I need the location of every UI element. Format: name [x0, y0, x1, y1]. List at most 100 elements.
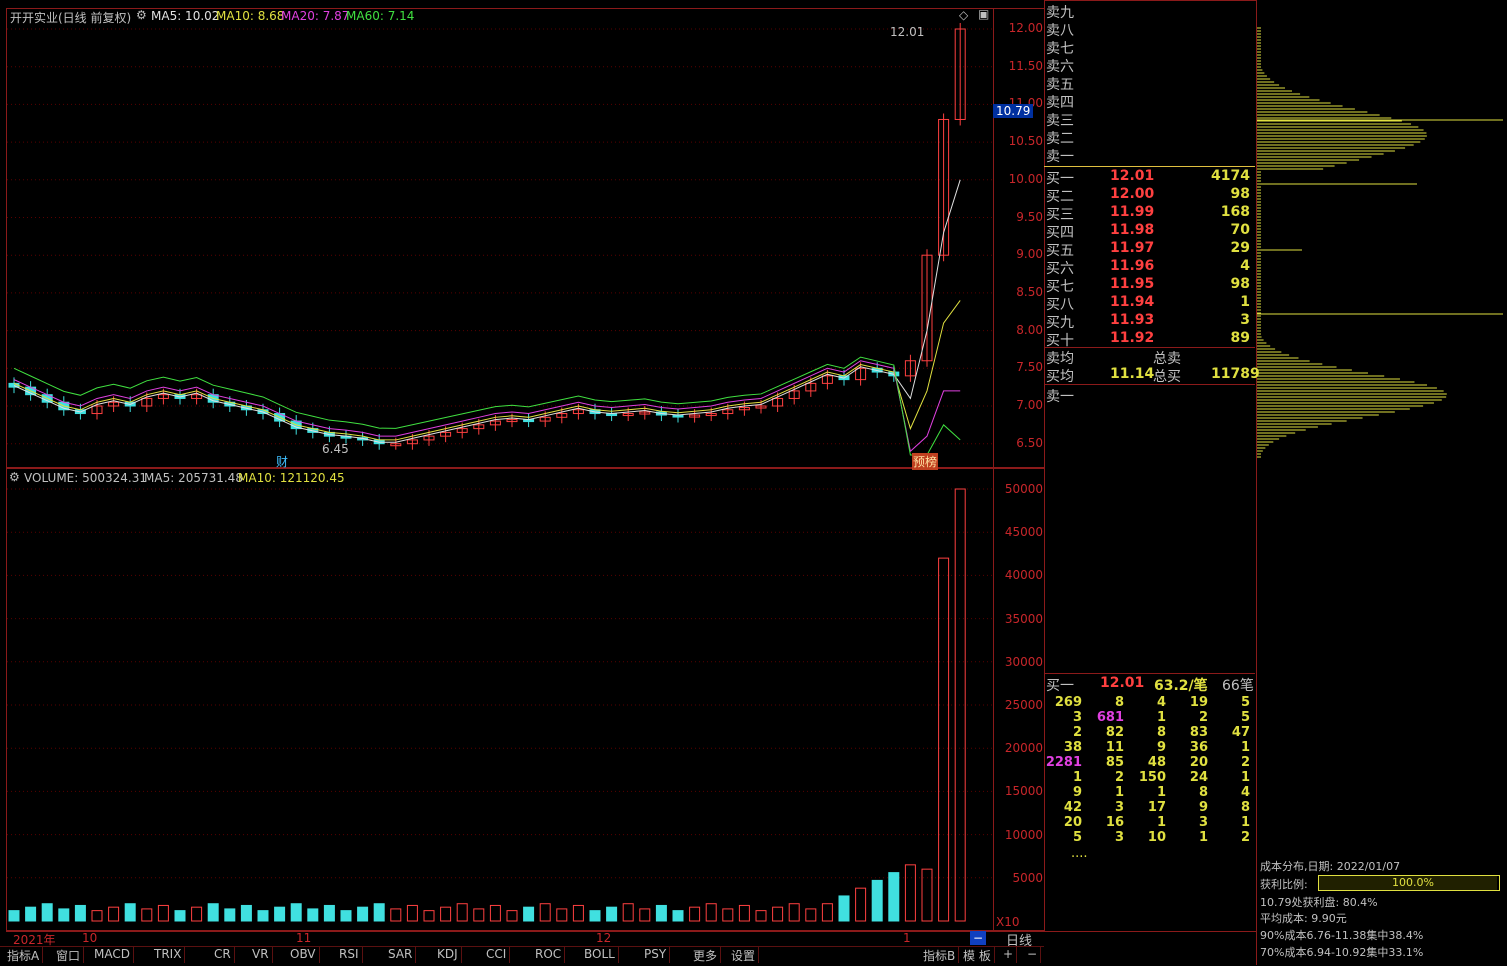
buy-row[interactable]: 买六 11.96 4 — [1046, 258, 1254, 277]
time-dec: 12 — [596, 931, 612, 945]
tab-11[interactable]: ROC — [532, 947, 566, 963]
buy-row-volume: 168 — [1220, 204, 1250, 220]
tab-13[interactable]: PSY — [641, 947, 671, 963]
buy-row[interactable]: 买八 11.94 1 — [1046, 294, 1254, 313]
volume-bar — [274, 906, 286, 922]
buy-row[interactable]: 买十 11.92 89 — [1046, 330, 1254, 349]
tab-14[interactable]: 更多 — [690, 947, 722, 963]
tick-cell: 10 — [1147, 830, 1166, 845]
ticks-more[interactable]: .... — [1071, 846, 1088, 861]
tab-indicator-b[interactable]: 指标B — [920, 947, 960, 963]
tab-7[interactable]: RSI — [336, 947, 363, 963]
volume-bar — [25, 906, 37, 922]
tab-1[interactable]: 窗口 — [53, 947, 85, 963]
buy-row[interactable]: 买一 12.01 4174 — [1046, 168, 1254, 187]
buy-row-price: 11.96 — [1110, 258, 1155, 274]
tick-cell: 8 — [1240, 800, 1250, 815]
tick-cell: 2 — [1114, 770, 1124, 785]
volume-bar — [423, 910, 435, 922]
tick-row: 5 3 10 1 2 — [1046, 830, 1254, 845]
volume-bar — [705, 903, 717, 922]
buy-row-label: 买八 — [1046, 297, 1074, 313]
buy-row[interactable]: 买九 11.93 3 — [1046, 312, 1254, 331]
preview-marker[interactable]: 预榜 — [912, 453, 939, 470]
buy-row[interactable]: 买五 11.97 29 — [1046, 240, 1254, 259]
tab-12[interactable]: BOLL — [581, 947, 619, 963]
buy-row-label: 买七 — [1046, 279, 1074, 295]
sell-row[interactable]: 卖一 — [1046, 146, 1254, 165]
volume-unit: X10 — [996, 915, 1020, 929]
tick-cell: 16 — [1105, 815, 1124, 830]
buy-row[interactable]: 买三 11.99 168 — [1046, 204, 1254, 223]
tick-cell: 2 — [1198, 710, 1208, 725]
tick-cell: 4 — [1240, 785, 1250, 800]
volume-bar — [755, 910, 767, 922]
volume-bar — [357, 906, 369, 922]
volume-axis-label: 5000 — [1012, 870, 1043, 885]
tab-15[interactable]: 设置 — [728, 947, 760, 963]
buy-row[interactable]: 买七 11.95 98 — [1046, 276, 1254, 295]
tab-0[interactable]: 指标A — [4, 947, 44, 963]
buy-row-label: 买四 — [1046, 225, 1074, 241]
sell-row[interactable]: 卖五 — [1046, 74, 1254, 93]
sell-row[interactable]: 卖二 — [1046, 128, 1254, 147]
time-axis — [6, 930, 1044, 947]
tick-row: 3 681 1 2 5 — [1046, 710, 1254, 725]
volume-bar — [606, 906, 618, 922]
sell-row[interactable]: 卖九 — [1046, 2, 1254, 21]
tab-10[interactable]: CCI — [483, 947, 511, 963]
buy-row-volume: 29 — [1230, 240, 1250, 256]
sell-row[interactable]: 卖八 — [1046, 20, 1254, 39]
tab-3[interactable]: TRIX — [151, 947, 186, 963]
sell1-summary-label: 卖一 — [1046, 389, 1074, 405]
volume-axis-label: 20000 — [1004, 741, 1043, 756]
volume-bar — [473, 908, 485, 922]
tick-cell: 11 — [1105, 740, 1124, 755]
low-price-label: 6.45 — [322, 442, 349, 456]
tick-cell: 8 — [1198, 785, 1208, 800]
tick-cell: 42 — [1063, 800, 1082, 815]
tab-minus[interactable]: − — [1024, 947, 1042, 963]
tab-8[interactable]: SAR — [385, 947, 417, 963]
volume-bar — [124, 903, 136, 922]
buy-row-volume: 98 — [1230, 186, 1250, 202]
tab-plus[interactable]: + — [1000, 947, 1018, 963]
sell-row-label: 卖七 — [1046, 41, 1074, 57]
tick-cell: 1 — [1240, 740, 1250, 755]
tab-6[interactable]: OBV — [287, 947, 320, 963]
volume-bar — [589, 910, 601, 922]
price-axis-label: 10.00 — [1008, 171, 1043, 186]
time-nov: 11 — [296, 931, 312, 945]
volume-bar — [373, 903, 385, 922]
price-axis-label: 8.50 — [1016, 284, 1043, 299]
tab-5[interactable]: VR — [249, 947, 273, 963]
volume-bar — [440, 906, 452, 922]
cost-line-2: 平均成本: 9.90元 — [1260, 912, 1347, 925]
volume-bar — [174, 910, 186, 922]
volume-bar — [240, 904, 252, 922]
volume-axis-label: 25000 — [1004, 698, 1043, 712]
tab-2[interactable]: MACD — [91, 947, 134, 963]
tab-template[interactable]: 模 板 — [960, 947, 995, 963]
sell-row[interactable]: 卖六 — [1046, 56, 1254, 75]
buy-row[interactable]: 买二 12.00 98 — [1046, 186, 1254, 205]
financial-marker[interactable]: 财 — [276, 453, 288, 470]
volume-bar — [108, 906, 120, 922]
tick-cell: 150 — [1138, 770, 1166, 785]
tick-cell: 5 — [1072, 830, 1082, 845]
cost-line-4: 70%成本6.94-10.92集中33.1% — [1260, 946, 1424, 959]
tick-cell: 20 — [1189, 755, 1208, 770]
tick-cell: 4 — [1156, 695, 1166, 710]
volume-axis-label: 15000 — [1004, 784, 1043, 799]
sell-row[interactable]: 卖三 — [1046, 110, 1254, 129]
volume-bar — [639, 908, 651, 922]
tick-cell: 8 — [1114, 695, 1124, 710]
buy-row[interactable]: 买四 11.98 70 — [1046, 222, 1254, 241]
tab-4[interactable]: CR — [211, 947, 235, 963]
sell-row[interactable]: 卖四 — [1046, 92, 1254, 111]
tick-cell: 3 — [1198, 815, 1208, 830]
tab-9[interactable]: KDJ — [434, 947, 462, 963]
sell-row[interactable]: 卖七 — [1046, 38, 1254, 57]
time-scroll-button[interactable]: − — [970, 931, 987, 945]
buy-row-volume: 89 — [1230, 330, 1250, 346]
